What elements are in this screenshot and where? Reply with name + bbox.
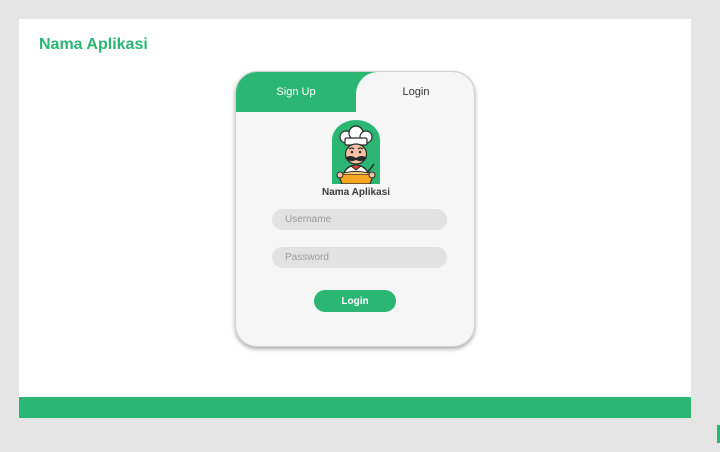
brand-name: Nama Aplikasi (322, 187, 390, 198)
tab-sign-up[interactable]: Sign Up (236, 72, 356, 112)
login-button[interactable]: Login (314, 290, 396, 312)
chef-mascot-icon (332, 120, 380, 184)
tab-login[interactable]: Login (356, 72, 474, 112)
app-title: Nama Aplikasi (39, 36, 148, 53)
username-field[interactable] (272, 209, 447, 230)
password-field[interactable] (272, 247, 447, 268)
app-window: Nama Aplikasi Sign Up Login Nama Aplikas… (19, 19, 691, 418)
auth-tabs: Sign Up Login (236, 72, 474, 112)
auth-card: Sign Up Login Nama Aplikasi Username Log… (235, 71, 475, 347)
footer-bar (19, 397, 691, 418)
